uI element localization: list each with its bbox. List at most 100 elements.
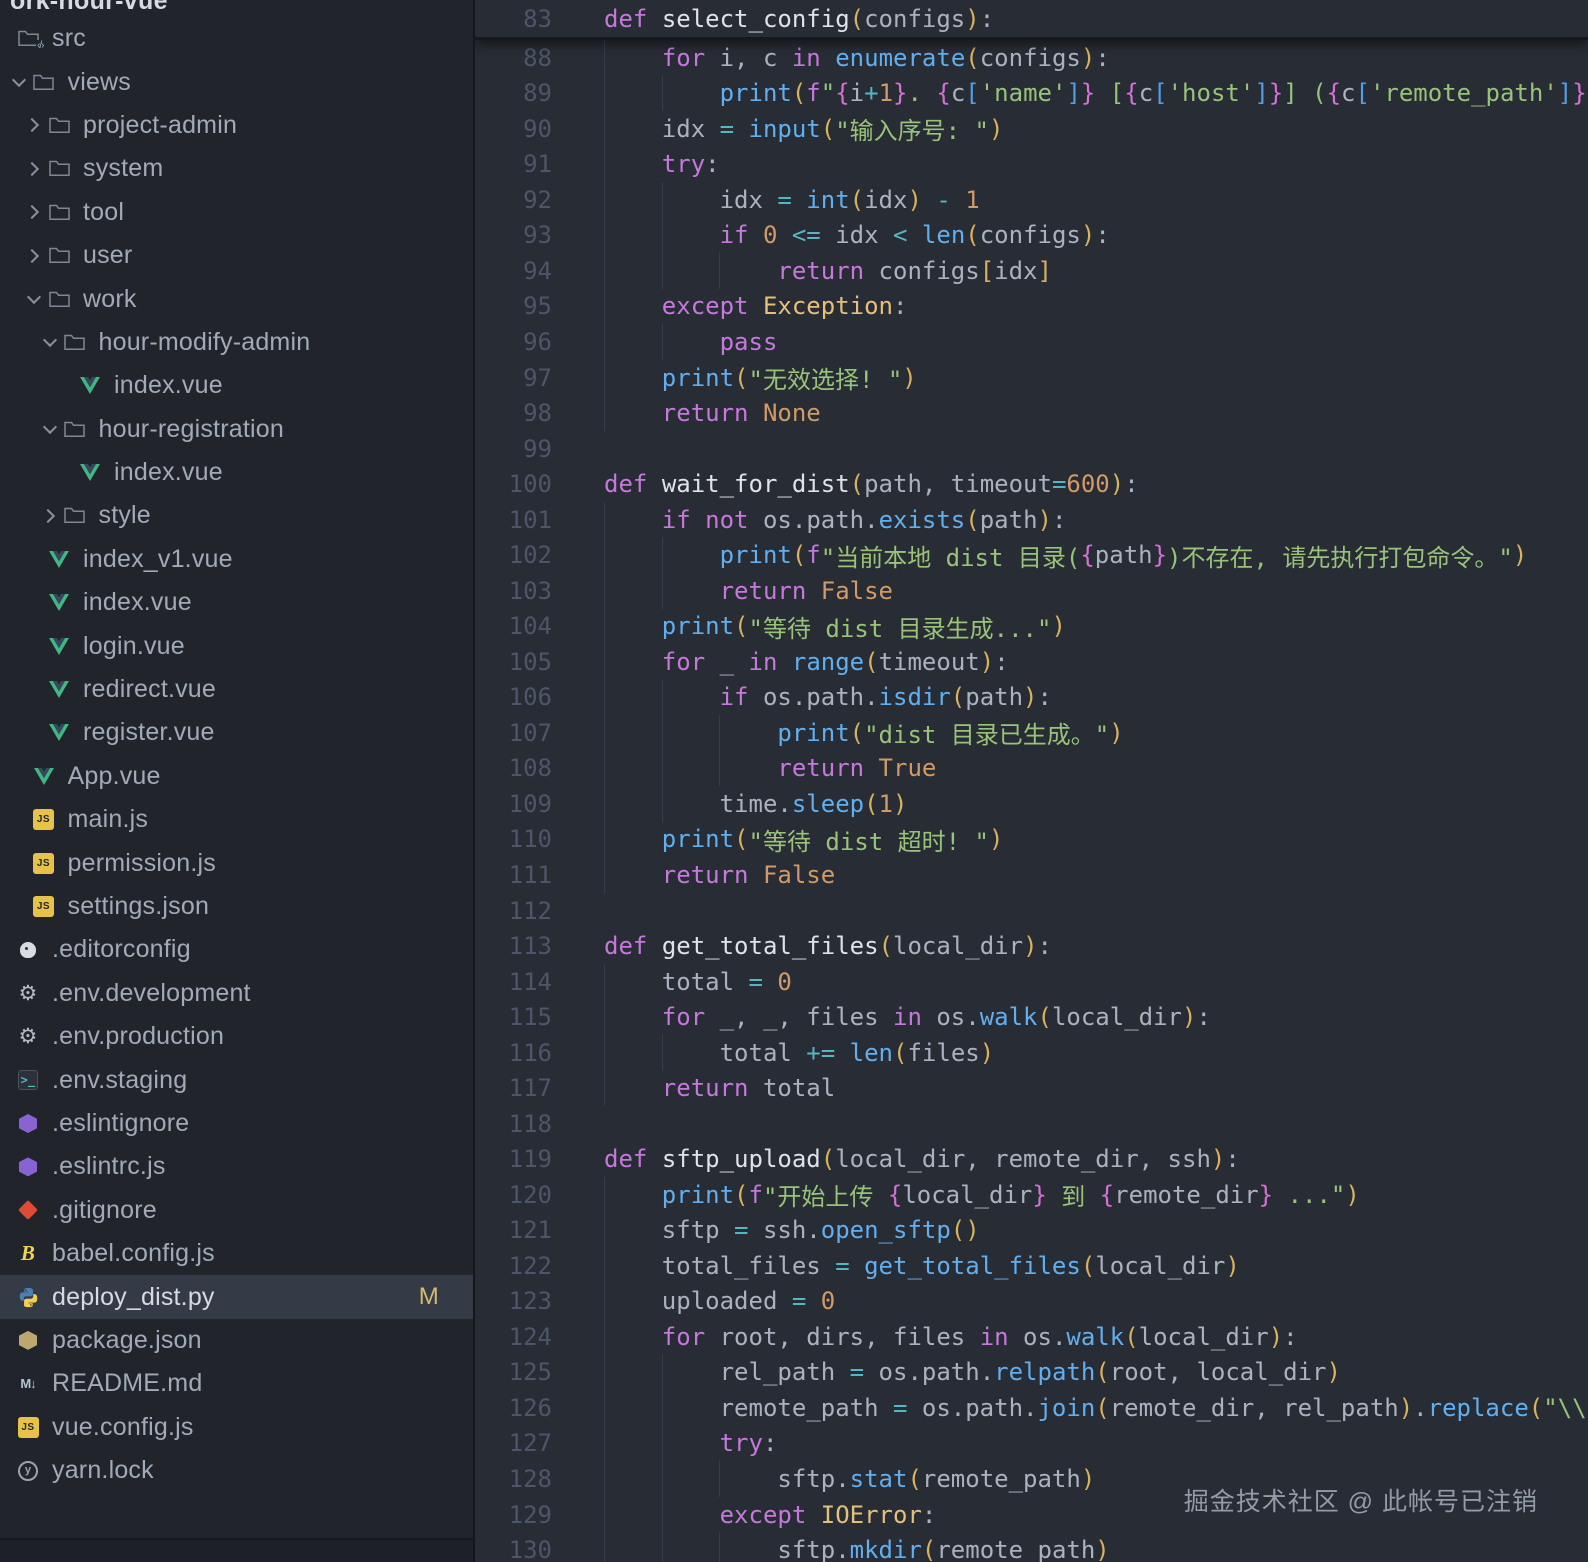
tree-item-env-staging[interactable]: >_.env.staging [0,1058,473,1101]
tree-item-env-production[interactable]: ⚙.env.production [0,1015,473,1058]
code-line[interactable]: 103 return False [475,573,1588,609]
code-line[interactable]: 91 try: [475,147,1588,183]
chevron-down-icon[interactable] [42,420,60,438]
tree-item-gitignore[interactable]: .gitignore [0,1189,473,1232]
code-line[interactable]: 106 if os.path.isdir(path): [475,680,1588,716]
file-tree[interactable]: ‹/›srcviewsproject-adminsystemtooluserwo… [0,17,473,1492]
code-line[interactable]: 98 return None [475,395,1588,431]
code-line[interactable]: 115 for _, _, files in os.walk(local_dir… [475,999,1588,1035]
tree-item-redirect-vue[interactable]: redirect.vue [0,668,473,711]
code-line[interactable]: 96 pass [475,324,1588,360]
code-line[interactable]: 126 remote_path = os.path.join(remote_di… [475,1390,1588,1426]
tree-item-project-admin[interactable]: project-admin [0,104,473,147]
tree-item-yarn-lock[interactable]: yyarn.lock [0,1449,473,1492]
tree-item-user[interactable]: user [0,234,473,277]
code-line[interactable]: 105 for _ in range(timeout): [475,644,1588,680]
code-line[interactable]: 88 for i, c in enumerate(configs): [475,40,1588,76]
tree-item-tool[interactable]: tool [0,191,473,234]
chevron-down-icon[interactable] [11,73,29,91]
code-line[interactable]: 111 return False [475,857,1588,893]
code-text: uploaded = 0 [604,1284,1588,1320]
code-line[interactable]: 130 sftp.mkdir(remote_path) [475,1532,1588,1562]
tree-item-env-development[interactable]: ⚙.env.development [0,972,473,1015]
tree-item-register-vue[interactable]: register.vue [0,711,473,754]
tree-item-package-json[interactable]: package.json [0,1319,473,1362]
chevron-right-icon[interactable] [26,160,44,178]
tree-item-settings-json[interactable]: JSsettings.json [0,885,473,928]
code-line[interactable]: 92 idx = int(idx) - 1 [475,182,1588,218]
line-number: 112 [475,897,604,925]
tree-item-editorconfig[interactable]: .editorconfig [0,928,473,971]
code-line[interactable]: 95 except Exception: [475,289,1588,325]
sticky-scroll-header[interactable]: 83def select_config(configs): [475,0,1588,40]
code-line[interactable]: 100def wait_for_dist(path, timeout=600): [475,466,1588,502]
code-line[interactable]: 89 print(f"{i+1}. {c['name']} [{c['host'… [475,76,1588,112]
tree-item-work[interactable]: work [0,277,473,320]
tree-item-eslintrc-js[interactable]: .eslintrc.js [0,1145,473,1188]
code-line[interactable]: 94 return configs[idx] [475,253,1588,289]
chevron-down-icon[interactable] [26,290,44,308]
sticky-line[interactable]: 83def select_config(configs): [475,0,1588,37]
project-root-label[interactable]: ork-hour-vue [0,0,168,16]
tree-item-babel-config-js[interactable]: Bbabel.config.js [0,1232,473,1275]
line-number: 122 [475,1252,604,1280]
code-line[interactable]: 102 print(f"当前本地 dist 目录({path})不存在, 请先执… [475,537,1588,573]
tree-item-index-vue[interactable]: index.vue [0,451,473,494]
code-line[interactable]: 127 try: [475,1426,1588,1462]
tree-item-index-v1-vue[interactable]: index_v1.vue [0,538,473,581]
tree-item-hour-registration[interactable]: hour-registration [0,408,473,451]
tree-item-src[interactable]: ‹/›src [0,17,473,60]
code-line[interactable]: 118 [475,1106,1588,1142]
tree-item-views[interactable]: views [0,60,473,103]
tree-item-main-js[interactable]: JSmain.js [0,798,473,841]
folder-icon [44,112,74,138]
code-line[interactable]: 110 print("等待 dist 超时! ") [475,822,1588,858]
code-line[interactable]: 122 total_files = get_total_files(local_… [475,1248,1588,1284]
tree-item-style[interactable]: style [0,494,473,537]
code-line[interactable]: 113def get_total_files(local_dir): [475,928,1588,964]
code-line[interactable]: 108 return True [475,751,1588,787]
code-line[interactable]: 125 rel_path = os.path.relpath(root, loc… [475,1355,1588,1391]
code-line[interactable]: 99 [475,431,1588,467]
tree-item-system[interactable]: system [0,147,473,190]
code-lines-area[interactable]: 88 for i, c in enumerate(configs):89 pri… [475,40,1588,1562]
tree-item-eslintignore[interactable]: .eslintignore [0,1102,473,1145]
code-line[interactable]: 119def sftp_upload(local_dir, remote_dir… [475,1141,1588,1177]
chevron-right-icon[interactable] [26,203,44,221]
code-line[interactable]: 101 if not os.path.exists(path): [475,502,1588,538]
code-line[interactable]: 104 print("等待 dist 目录生成...") [475,609,1588,645]
chevron-right-icon[interactable] [26,116,44,134]
code-line[interactable]: 107 print("dist 目录已生成。") [475,715,1588,751]
chevron-right-icon[interactable] [26,247,44,265]
code-line[interactable]: 97 print("无效选择! ") [475,360,1588,396]
code-line[interactable]: 116 total += len(files) [475,1035,1588,1071]
code-line[interactable]: 90 idx = input("输入序号: ") [475,111,1588,147]
js-icon: JS [29,807,59,833]
code-line[interactable]: 121 sftp = ssh.open_sftp() [475,1213,1588,1249]
tree-item-login-vue[interactable]: login.vue [0,624,473,667]
code-editor[interactable]: 83def select_config(configs): 88 for i, … [475,0,1588,1562]
tree-item-label: .env.production [52,1022,224,1051]
code-line[interactable]: 123 uploaded = 0 [475,1284,1588,1320]
tree-item-deploy-dist-py[interactable]: deploy_dist.pyM [0,1275,473,1318]
code-line[interactable]: 124 for root, dirs, files in os.walk(loc… [475,1319,1588,1355]
chevron-right-icon[interactable] [42,507,60,525]
chevron-down-icon[interactable] [42,333,60,351]
tree-item-permission-js[interactable]: JSpermission.js [0,841,473,884]
tree-item-hour-modify-admin[interactable]: hour-modify-admin [0,321,473,364]
tree-item-readme-md[interactable]: M↓README.md [0,1362,473,1405]
tree-item-vue-config-js[interactable]: JSvue.config.js [0,1406,473,1449]
tree-item-app-vue[interactable]: App.vue [0,755,473,798]
code-line[interactable]: 93 if 0 <= idx < len(configs): [475,218,1588,254]
code-line[interactable]: 112 [475,893,1588,929]
line-number: 103 [475,577,604,605]
code-line[interactable]: 109 time.sleep(1) [475,786,1588,822]
code-line[interactable]: 120 print(f"开始上传 {local_dir} 到 {remote_d… [475,1177,1588,1213]
tree-item-index-vue[interactable]: index.vue [0,581,473,624]
code-line[interactable]: 114 total = 0 [475,964,1588,1000]
project-root-row[interactable]: ork-hour-vue [0,0,473,17]
tree-item-index-vue[interactable]: index.vue [0,364,473,407]
indent-guide [662,218,663,254]
code-line[interactable]: 117 return total [475,1070,1588,1106]
file-explorer-sidebar[interactable]: ork-hour-vue ‹/›srcviewsproject-adminsys… [0,0,475,1562]
